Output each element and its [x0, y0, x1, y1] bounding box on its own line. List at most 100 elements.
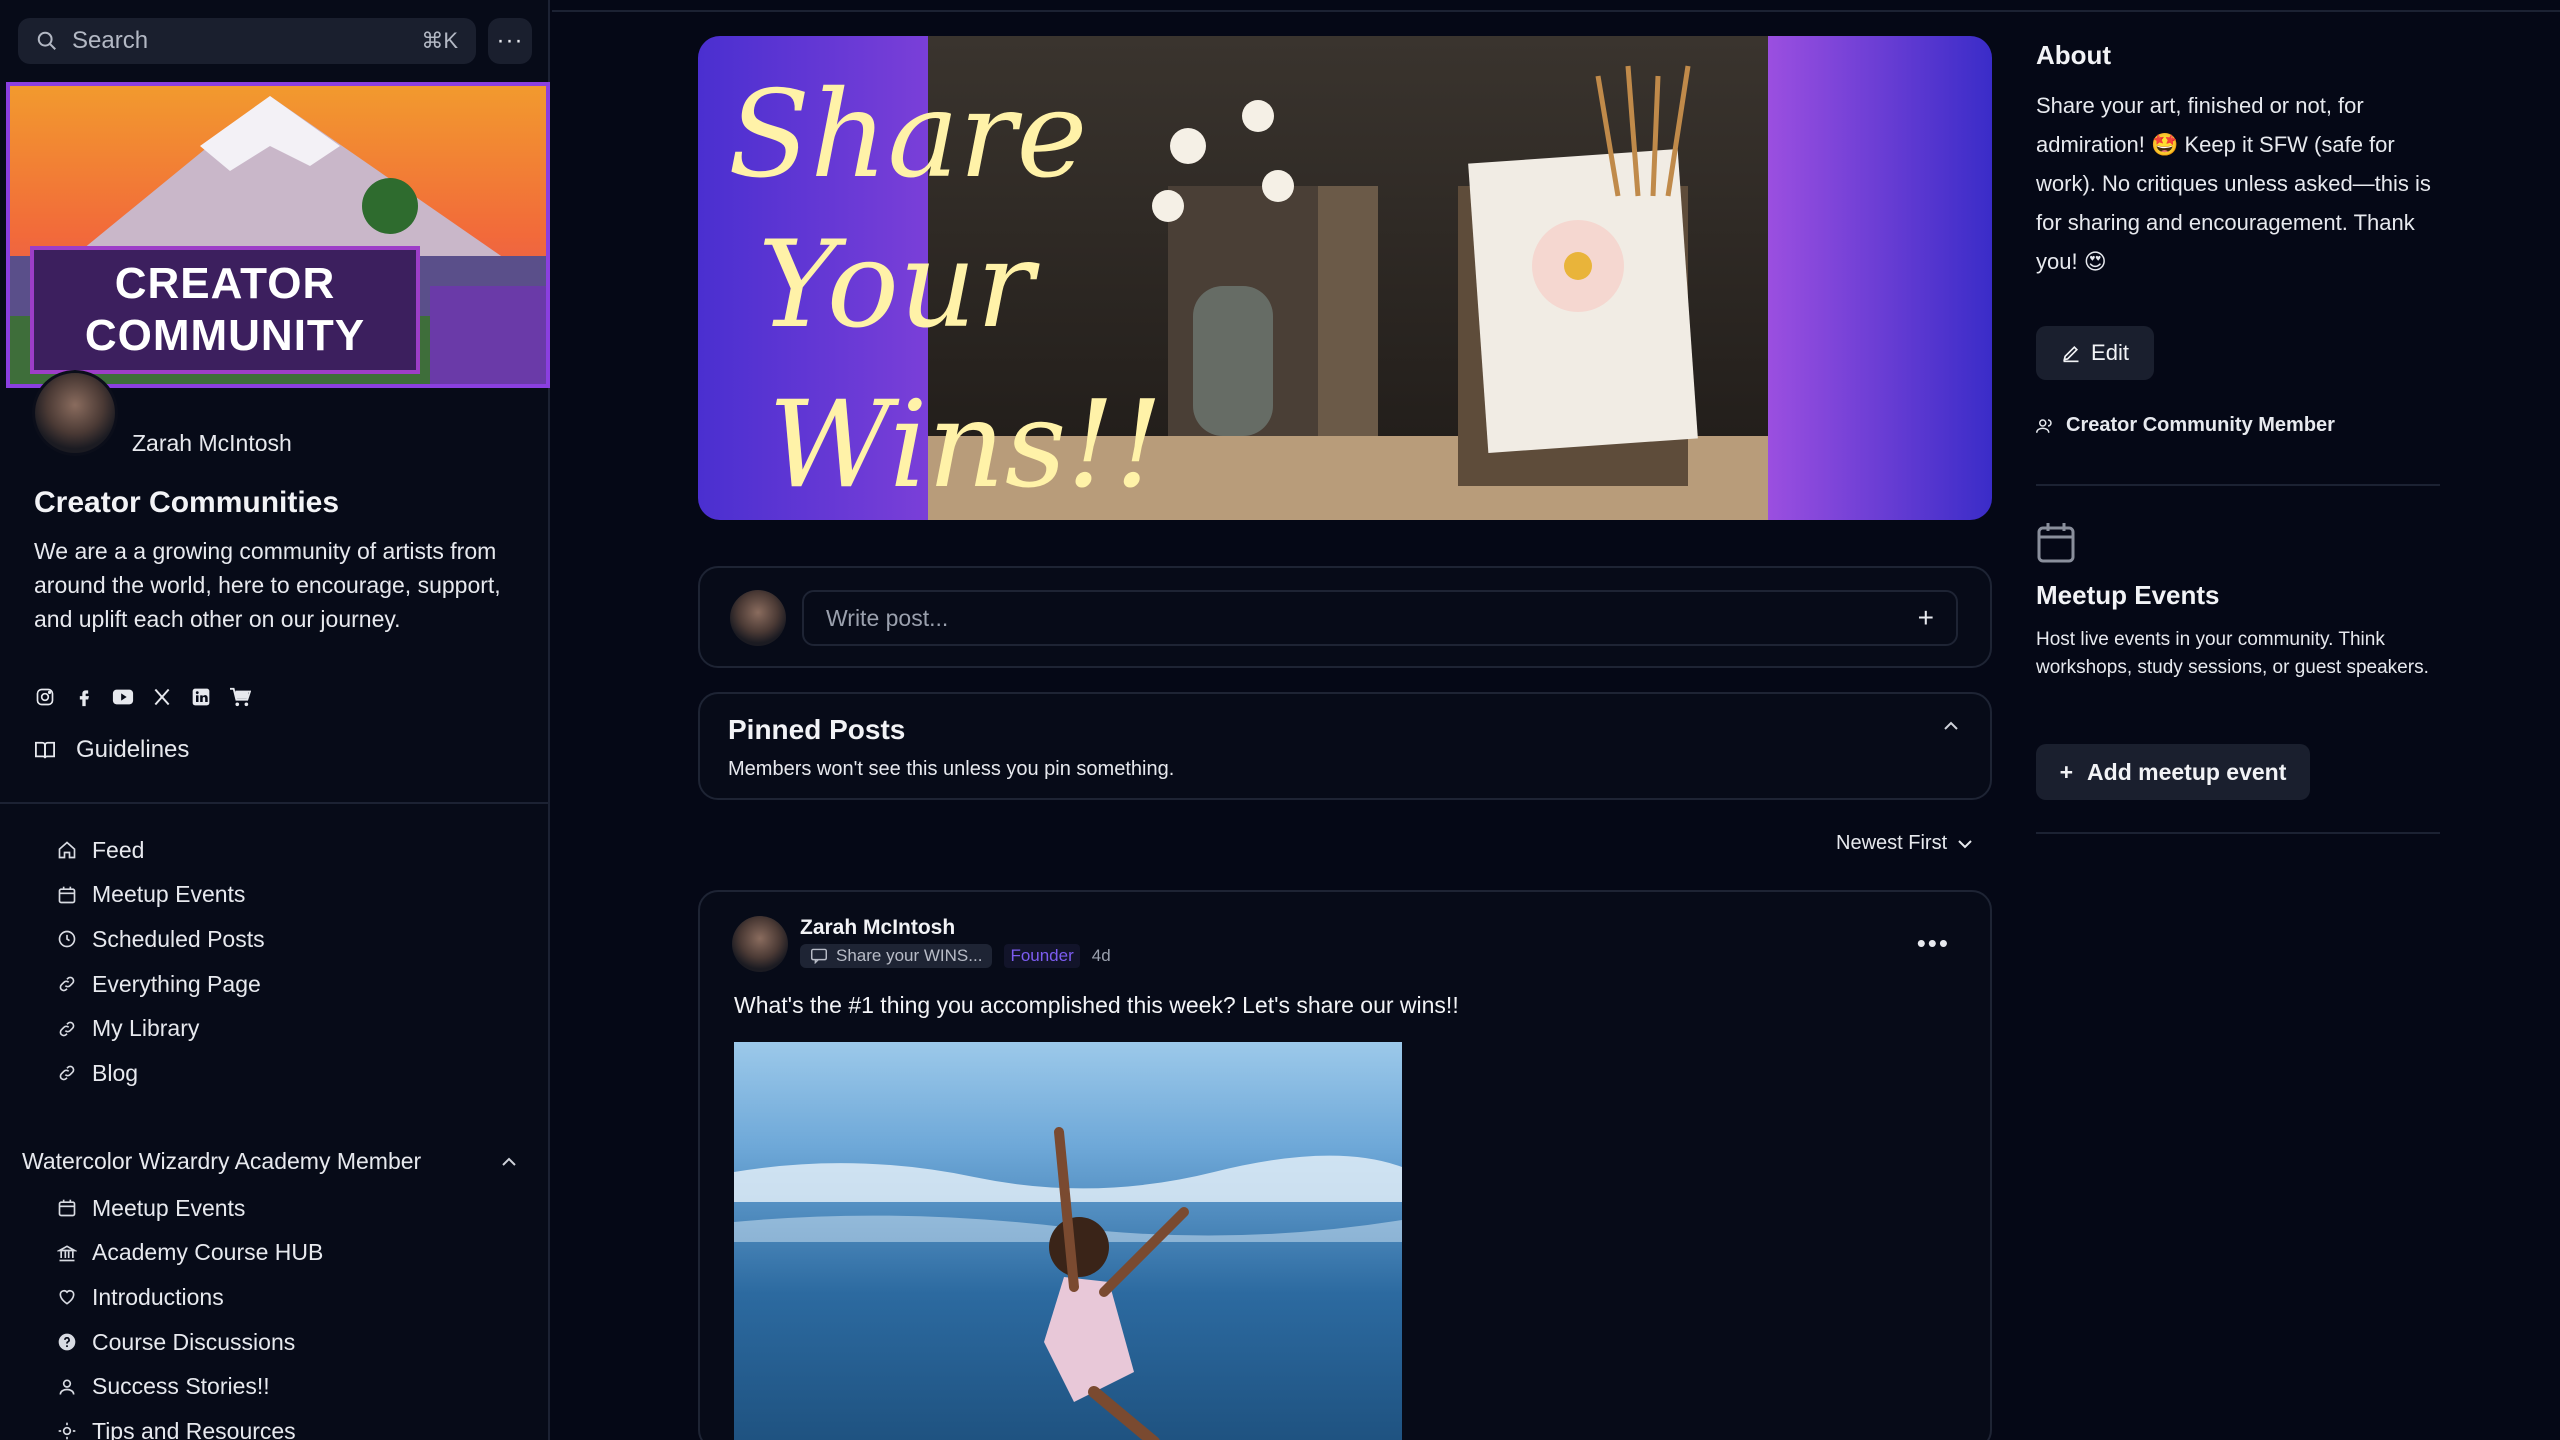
- sidebar-item-tips-and-resources[interactable]: Tips and Resources: [56, 1409, 496, 1440]
- pencil-icon: [2063, 345, 2079, 363]
- community-title: Creator Communities: [34, 486, 340, 519]
- edit-button[interactable]: Edit: [2036, 326, 2154, 380]
- plus-icon[interactable]: +: [1918, 602, 1934, 634]
- member-role: Creator Community Member: [2036, 414, 2335, 437]
- link-icon: [56, 1062, 78, 1084]
- hero-script-line-3: Wins!!: [768, 376, 1163, 515]
- calendar-icon: [56, 1197, 78, 1219]
- sidebar-item-label: Introductions: [92, 1283, 224, 1310]
- plus-icon: +: [2059, 758, 2074, 785]
- profile-name[interactable]: Zarah McIntosh: [132, 430, 292, 457]
- hero-banner: Share Your Wins!!: [698, 36, 1992, 520]
- sidebar-item-label: Scheduled Posts: [92, 925, 265, 952]
- cover-title-line2: COMMUNITY: [84, 311, 366, 360]
- chevron-up-icon[interactable]: [1942, 720, 1960, 732]
- community-cover-image: CREATOR COMMUNITY: [6, 82, 550, 388]
- hero-script-line-2: Your: [758, 216, 1040, 355]
- link-icon: [56, 973, 78, 995]
- sidebar-item-label: Meetup Events: [92, 881, 246, 908]
- social-links: [34, 686, 251, 708]
- right-divider: [2036, 832, 2440, 834]
- avatar[interactable]: [32, 370, 118, 456]
- user-icon: [56, 1376, 78, 1398]
- linkedin-icon[interactable]: [190, 686, 212, 708]
- edit-label: Edit: [2091, 340, 2129, 365]
- about-title: About: [2036, 40, 2112, 70]
- sidebar-item-feed[interactable]: Feed: [56, 828, 496, 873]
- group-title: Watercolor Wizardry Academy Member: [22, 1148, 422, 1174]
- link-icon: [56, 1018, 78, 1040]
- post-options-button[interactable]: •••: [1917, 928, 1950, 959]
- post-time: 4d: [1091, 946, 1111, 965]
- sidebar: Search ⌘K ··· CREATOR COMMUNITY Zarah Mc…: [0, 0, 550, 1440]
- post-author[interactable]: Zarah McIntosh: [800, 916, 955, 940]
- sidebar-item-scheduled-posts[interactable]: Scheduled Posts: [56, 917, 496, 962]
- guidelines-link[interactable]: Guidelines: [34, 736, 189, 764]
- community-description: We are a a growing community of artists …: [34, 538, 501, 632]
- feed-post: Zarah McIntosh Share your WINS... Founde…: [698, 890, 1992, 1440]
- founder-badge: Founder: [1004, 944, 1080, 968]
- sidebar-item-academy-course-hub[interactable]: Academy Course HUB: [56, 1231, 496, 1276]
- sidebar-item-label: Blog: [92, 1059, 139, 1086]
- space-tag-label: Share your WINS...: [836, 946, 983, 965]
- about-text: Share your art, finished or not, for adm…: [2036, 93, 2431, 274]
- sidebar-item-introductions[interactable]: Introductions: [56, 1275, 496, 1320]
- post-meta: Share your WINS... Founder 4d: [800, 944, 1111, 968]
- calendar-icon: [56, 884, 78, 906]
- instagram-icon[interactable]: [34, 686, 56, 708]
- sidebar-item-meetup-events[interactable]: Meetup Events: [56, 873, 496, 918]
- add-meetup-event-button[interactable]: + Add meetup event: [2036, 744, 2310, 800]
- app-root: Search ⌘K ··· CREATOR COMMUNITY Zarah Mc…: [0, 0, 2560, 1440]
- book-icon: [35, 741, 55, 759]
- space-tag[interactable]: Share your WINS...: [800, 944, 993, 968]
- bank-icon: [56, 1242, 78, 1264]
- write-post-input[interactable]: Write post... +: [802, 590, 1958, 646]
- youtube-icon[interactable]: [112, 686, 134, 708]
- search-row: Search ⌘K ···: [18, 18, 532, 64]
- post-body: What's the #1 thing you accomplished thi…: [734, 992, 1459, 1018]
- sidebar-item-label: Everything Page: [92, 970, 261, 997]
- member-role-label: Creator Community Member: [2066, 414, 2335, 436]
- add-meetup-label: Add meetup event: [2087, 758, 2287, 785]
- sidebar-item-success-stories[interactable]: Success Stories!!: [56, 1364, 496, 1409]
- search-input[interactable]: Search ⌘K: [18, 18, 476, 64]
- search-shortcut: ⌘K: [421, 28, 458, 53]
- sidebar-item-course-discussions[interactable]: Course Discussions: [56, 1320, 496, 1365]
- avatar[interactable]: [732, 916, 788, 972]
- cover-title-line1: CREATOR: [114, 259, 336, 308]
- write-post-placeholder: Write post...: [826, 604, 949, 631]
- cart-icon[interactable]: [229, 686, 251, 708]
- facebook-icon[interactable]: [73, 686, 95, 708]
- sidebar-item-label: Tips and Resources: [92, 1417, 296, 1440]
- search-label: Search: [72, 27, 149, 54]
- meetup-description: Host live events in your community. Thin…: [2036, 629, 2429, 678]
- chevron-up-icon[interactable]: [500, 1156, 518, 1168]
- sidebar-item-my-library[interactable]: My Library: [56, 1006, 496, 1051]
- calendar-icon: [2037, 523, 2075, 563]
- chevron-down-icon: [1958, 839, 1972, 848]
- pinned-subtitle: Members won't see this unless you pin so…: [728, 758, 1175, 780]
- sidebar-item-label: Success Stories!!: [92, 1373, 270, 1400]
- meetup-title: Meetup Events: [2036, 580, 2220, 610]
- users-icon: [2036, 418, 2052, 433]
- primary-nav: Feed Meetup Events Scheduled Posts Every…: [56, 828, 496, 1096]
- sidebar-item-blog[interactable]: Blog: [56, 1051, 496, 1096]
- sort-dropdown[interactable]: Newest First: [1836, 832, 1973, 855]
- clock-icon: [56, 928, 78, 950]
- hero-script-line-1: Share: [728, 66, 1087, 205]
- cover-title: CREATOR COMMUNITY: [30, 246, 420, 374]
- help-icon: [56, 1331, 78, 1353]
- top-strip: [552, 0, 2560, 12]
- group-nav: Meetup Events Academy Course HUB Introdu…: [56, 1186, 496, 1440]
- more-options-button[interactable]: ···: [488, 18, 532, 64]
- guidelines-label: Guidelines: [76, 736, 190, 763]
- pinned-posts-card: Pinned Posts Members won't see this unle…: [698, 692, 1992, 800]
- home-icon: [56, 839, 78, 861]
- group-header-watercolor[interactable]: Watercolor Wizardry Academy Member: [22, 1148, 518, 1175]
- sidebar-item-everything-page[interactable]: Everything Page: [56, 962, 496, 1007]
- sidebar-item-label: Course Discussions: [92, 1328, 296, 1355]
- sidebar-item-label: Feed: [92, 836, 145, 863]
- x-icon[interactable]: [151, 686, 173, 708]
- post-image[interactable]: [734, 1042, 1402, 1440]
- sidebar-item-group-meetup-events[interactable]: Meetup Events: [56, 1186, 496, 1231]
